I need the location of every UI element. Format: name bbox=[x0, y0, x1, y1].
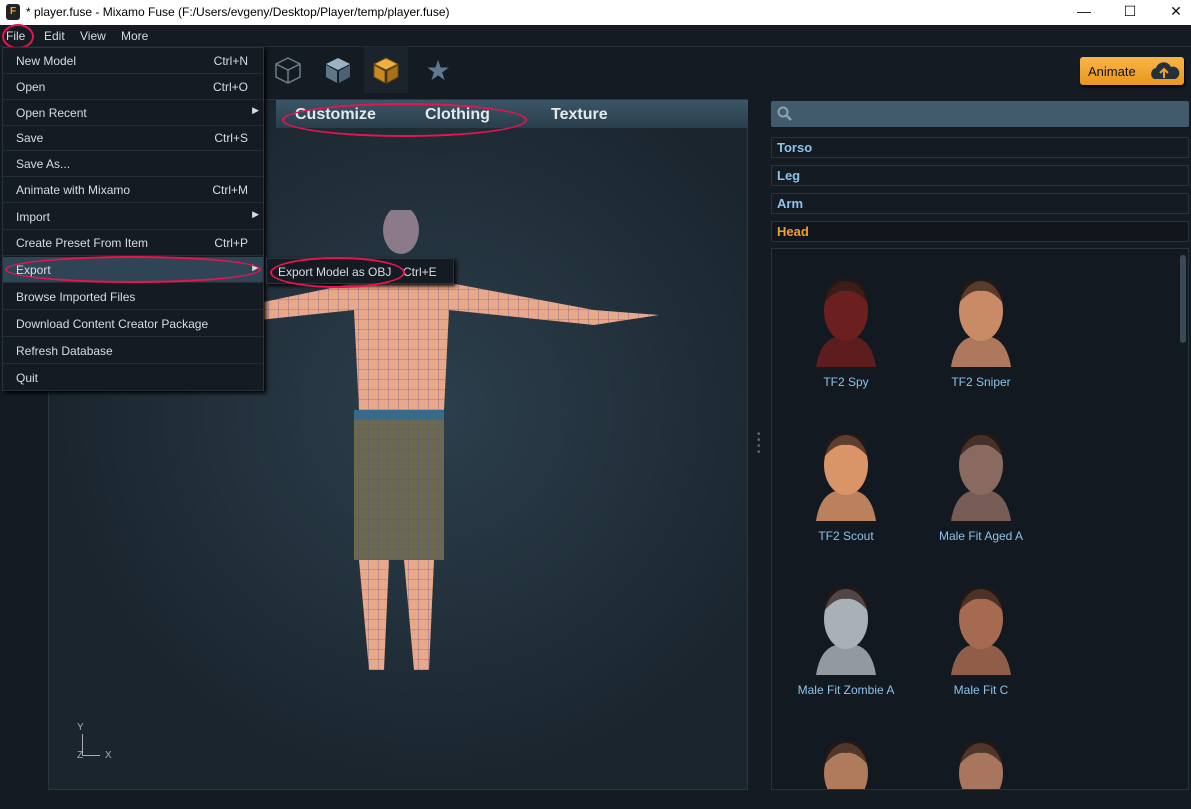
menu-item-label: Create Preset From Item bbox=[16, 236, 149, 250]
menu-item-save[interactable]: Save Ctrl+S bbox=[3, 125, 263, 151]
menu-item-quit[interactable]: Quit bbox=[3, 365, 263, 391]
menu-item-new-model[interactable]: New Model Ctrl+N bbox=[3, 48, 263, 74]
menu-shortcut: Ctrl+M bbox=[212, 183, 248, 197]
menu-view[interactable]: View bbox=[80, 29, 106, 43]
textured-cube-icon[interactable] bbox=[364, 47, 408, 93]
head-item[interactable] bbox=[916, 733, 1046, 789]
solid-cube-icon[interactable] bbox=[316, 47, 360, 93]
head-thumbnail bbox=[806, 733, 886, 789]
category-torso[interactable]: Torso bbox=[771, 137, 1189, 158]
menu-item-label: Quit bbox=[16, 371, 39, 385]
axis-y-label: Y bbox=[77, 722, 84, 733]
wireframe-cube-icon[interactable] bbox=[266, 47, 310, 93]
head-thumbnail bbox=[941, 425, 1021, 521]
head-item[interactable]: Male Fit C bbox=[916, 579, 1046, 697]
menu-item-label: Open Recent bbox=[16, 106, 87, 120]
category-head[interactable]: Head bbox=[771, 221, 1189, 242]
menu-shortcut: Ctrl+P bbox=[214, 236, 248, 250]
animate-label: Animate bbox=[1088, 64, 1136, 79]
scrollbar[interactable] bbox=[1180, 255, 1186, 343]
menu-item-browse-imported-files[interactable]: Browse Imported Files bbox=[3, 284, 263, 310]
menu-shortcut: Ctrl+O bbox=[212, 80, 248, 94]
file-menu: New Model Ctrl+N Open Ctrl+O Open Recent ▶ Sav… bbox=[2, 47, 264, 391]
menu-item-label: Export Model as OBJ bbox=[278, 265, 392, 279]
close-button[interactable]: ✕ bbox=[1153, 0, 1191, 25]
search-input[interactable] bbox=[771, 101, 1189, 127]
menu-item-label: Open bbox=[16, 80, 46, 94]
maximize-button[interactable]: ☐ bbox=[1107, 0, 1153, 25]
head-thumbnail bbox=[941, 733, 1021, 789]
head-thumbnail bbox=[806, 425, 886, 521]
tab-texture[interactable]: Texture bbox=[551, 106, 608, 124]
axis-x-label: X bbox=[105, 750, 112, 761]
menu-item-export[interactable]: Export ▶ bbox=[3, 257, 263, 283]
menu-bar: File Edit View More bbox=[0, 25, 1191, 47]
star-icon[interactable]: ★ bbox=[416, 47, 460, 93]
menu-shortcut: Ctrl+N bbox=[213, 54, 248, 68]
export-submenu: Export Model as OBJ Ctrl+E bbox=[266, 258, 454, 284]
menu-item-animate-with-mixamo[interactable]: Animate with Mixamo Ctrl+M bbox=[3, 177, 263, 203]
minimize-button[interactable]: — bbox=[1061, 0, 1107, 25]
category-leg[interactable]: Leg bbox=[771, 165, 1189, 186]
menu-item-label: Export bbox=[16, 263, 51, 277]
menu-more[interactable]: More bbox=[121, 29, 148, 43]
search-icon bbox=[777, 106, 792, 121]
menu-edit[interactable]: Edit bbox=[44, 29, 65, 43]
menu-item-open[interactable]: Open Ctrl+O bbox=[3, 74, 263, 100]
head-item-label: Male Fit Aged A bbox=[938, 529, 1024, 543]
category-arm[interactable]: Arm bbox=[771, 193, 1189, 214]
head-item[interactable]: TF2 Scout bbox=[781, 425, 911, 543]
head-item-label: Male Fit C bbox=[953, 683, 1009, 697]
menu-item-refresh-database[interactable]: Refresh Database bbox=[3, 338, 263, 364]
head-thumbnail bbox=[806, 579, 886, 675]
menu-shortcut: Ctrl+E bbox=[403, 265, 437, 279]
submenu-arrow-icon: ▶ bbox=[252, 105, 259, 115]
head-item-label: TF2 Sniper bbox=[951, 375, 1011, 389]
menu-item-label: Import bbox=[16, 210, 51, 224]
menu-item-export-obj[interactable]: Export Model as OBJ Ctrl+E bbox=[278, 265, 453, 279]
window-title: * player.fuse - Mixamo Fuse (F:/Users/ev… bbox=[26, 5, 450, 19]
menu-item-create-preset-from-item[interactable]: Create Preset From Item Ctrl+P bbox=[3, 230, 263, 256]
menu-shortcut: Ctrl+S bbox=[214, 131, 248, 145]
character-model bbox=[249, 210, 659, 670]
title-bar: F * player.fuse - Mixamo Fuse (F:/Users/… bbox=[0, 0, 1191, 25]
head-item[interactable]: Male Fit Aged A bbox=[916, 425, 1046, 543]
menu-item-label: New Model bbox=[16, 54, 77, 68]
menu-item-label: Refresh Database bbox=[16, 344, 113, 358]
head-item[interactable] bbox=[781, 733, 911, 789]
tab-customize[interactable]: Customize bbox=[295, 106, 376, 124]
head-thumbnail bbox=[941, 579, 1021, 675]
tab-bar: Customize Clothing Texture bbox=[276, 100, 748, 128]
menu-item-save-as[interactable]: Save As... bbox=[3, 151, 263, 177]
menu-item-label: Browse Imported Files bbox=[16, 290, 136, 304]
cloud-upload-icon bbox=[1151, 62, 1180, 79]
item-grid: TF2 Spy TF2 Sniper TF2 Scout Male Fit Aged … bbox=[771, 248, 1189, 790]
head-item-label: TF2 Scout bbox=[818, 529, 874, 543]
splitter-handle[interactable]: • • • • bbox=[757, 430, 761, 458]
head-item[interactable]: TF2 Sniper bbox=[916, 271, 1046, 389]
head-item[interactable]: TF2 Spy bbox=[781, 271, 911, 389]
menu-item-download-content-creator-package[interactable]: Download Content Creator Package bbox=[3, 311, 263, 337]
menu-item-label: Save bbox=[16, 131, 44, 145]
head-thumbnail bbox=[941, 271, 1021, 367]
menu-item-label: Save As... bbox=[16, 157, 71, 171]
menu-item-open-recent[interactable]: Open Recent ▶ bbox=[3, 100, 263, 126]
menu-item-label: Animate with Mixamo bbox=[16, 183, 131, 197]
app-logo-icon: F bbox=[6, 4, 20, 20]
menu-file[interactable]: File bbox=[6, 29, 25, 43]
menu-item-label: Download Content Creator Package bbox=[16, 317, 209, 331]
head-item-label: Male Fit Zombie A bbox=[797, 683, 895, 697]
view-toolbar: ★ bbox=[264, 47, 764, 97]
tab-clothing[interactable]: Clothing bbox=[425, 106, 490, 124]
head-item[interactable]: Male Fit Zombie A bbox=[781, 579, 911, 697]
head-thumbnail bbox=[806, 271, 886, 367]
animate-button[interactable]: Animate bbox=[1080, 57, 1184, 85]
menu-item-import[interactable]: Import ▶ bbox=[3, 204, 263, 230]
submenu-arrow-icon: ▶ bbox=[252, 209, 259, 219]
head-item-label: TF2 Spy bbox=[823, 375, 869, 389]
submenu-arrow-icon: ▶ bbox=[252, 262, 259, 272]
